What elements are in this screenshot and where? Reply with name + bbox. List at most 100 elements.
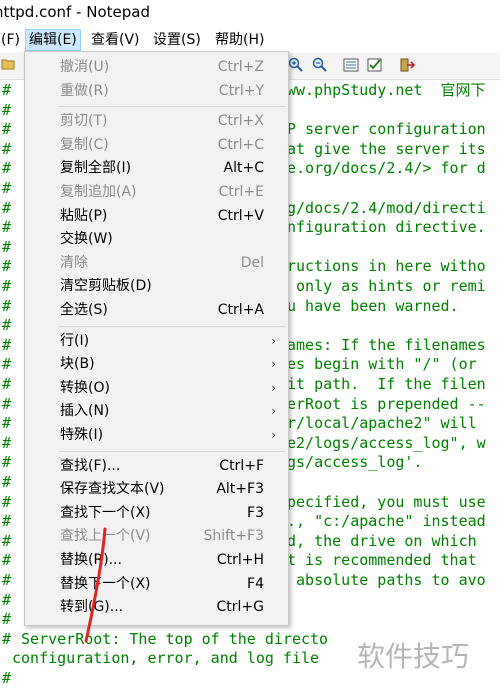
comment-marker: # xyxy=(2,355,12,374)
submenu-arrow-icon: › xyxy=(271,380,276,395)
menu-item-label: 剪切(T) xyxy=(60,113,108,130)
edit-menu-item[interactable]: 复制全部(I) Alt+C xyxy=(25,157,288,180)
zoom-in-icon[interactable] xyxy=(288,57,304,73)
menu-file[interactable]: (F) xyxy=(0,29,23,51)
comment-marker: # xyxy=(2,590,12,609)
menu-item-label: 行(I) xyxy=(60,332,90,349)
comment-marker: # xyxy=(2,100,12,119)
menu-item-shortcut: F3 xyxy=(247,504,264,521)
title-bar: httpd.conf - Notepad xyxy=(0,0,500,24)
edit-menu-item: 剪切(T) Ctrl+X xyxy=(25,110,288,133)
comment-marker: # xyxy=(2,414,12,433)
menu-item-shortcut: Shift+F3 xyxy=(203,528,264,545)
comment-marker: # xyxy=(2,551,12,570)
editor-line-text: r/local/apache2" will xyxy=(287,414,477,433)
menu-view[interactable]: 查看(V) xyxy=(88,29,143,51)
menu-bar: (F) 编辑(E) 查看(V) 设置(S) 帮助(H) xyxy=(0,29,500,51)
editor-line-text: gs/access_log'. xyxy=(287,453,423,472)
editor-line-text: ., "c:/apache" instead xyxy=(287,512,486,531)
editor-line-text: P server configuration xyxy=(287,120,486,139)
comment-marker: # xyxy=(2,375,12,393)
comment-marker: # xyxy=(2,629,12,648)
watermark: 软件技巧 xyxy=(357,640,470,673)
menu-item-shortcut: Alt+C xyxy=(223,160,264,177)
editor-line-text: configuration, error, and log file xyxy=(12,649,320,668)
menu-item-label: 复制全部(I) xyxy=(60,160,132,177)
menu-separator xyxy=(59,450,285,452)
editor-line-text: d, the drive on which xyxy=(287,531,477,550)
editor-line-text: ServerRoot: The top of the directo xyxy=(12,629,329,648)
comment-marker: # xyxy=(2,433,12,452)
menu-item-label: 查找下一个(X) xyxy=(60,504,151,521)
check-doc-icon[interactable] xyxy=(367,57,383,73)
editor-line-text: ww.phpStudy.net 官网下 xyxy=(287,81,486,99)
edit-menu-item[interactable]: 交换(W) xyxy=(25,228,288,251)
comment-marker: # xyxy=(2,610,12,629)
edit-menu-item: 复制(C) Ctrl+C xyxy=(25,134,288,157)
edit-menu-item[interactable]: 查找(F)... Ctrl+F xyxy=(25,455,288,478)
submenu-arrow-icon: › xyxy=(271,428,276,442)
editor-line-text: erRoot is prepended -- xyxy=(287,394,486,413)
edit-menu-item: 查找上一个(V) Shift+F3 xyxy=(25,525,288,548)
submenu-arrow-icon: › xyxy=(271,333,276,348)
menu-item-shortcut: Ctrl+H xyxy=(216,552,264,568)
list-view-icon[interactable] xyxy=(343,57,359,73)
comment-marker: # xyxy=(2,81,12,99)
menu-item-shortcut: Del xyxy=(240,254,264,271)
edit-menu-item[interactable]: 粘贴(P) Ctrl+V xyxy=(25,205,288,228)
menu-item-label: 交换(W) xyxy=(60,231,113,248)
edit-menu-item[interactable]: 行(I) › xyxy=(25,330,288,353)
zoom-out-icon[interactable] xyxy=(312,57,328,73)
menu-item-label: 清除 xyxy=(60,254,88,271)
window-title: httpd.conf - Notepad xyxy=(0,3,150,21)
comment-marker: # xyxy=(2,473,12,491)
editor-line-text: es begin with "/" (or xyxy=(287,355,477,374)
menu-item-label: 复制追加(A) xyxy=(60,184,137,200)
editor-line-text: absolute paths to avo xyxy=(287,571,486,589)
edit-menu-item[interactable]: 块(B) › xyxy=(25,353,288,376)
comment-marker: # xyxy=(2,453,12,472)
exit-icon[interactable] xyxy=(399,57,416,73)
comment-marker: # xyxy=(2,277,12,295)
comment-marker: # xyxy=(2,335,12,354)
menu-item-shortcut: Ctrl+Z xyxy=(217,59,264,75)
editor-line-text: only as hints or remi xyxy=(287,277,486,295)
comment-marker: # xyxy=(2,257,12,276)
edit-menu-item[interactable]: 替换下一个(X) F4 xyxy=(25,573,288,596)
menu-settings[interactable]: 设置(S) xyxy=(150,29,204,51)
open-folder-icon[interactable] xyxy=(0,57,16,73)
edit-menu-item[interactable]: 转换(O) › xyxy=(25,377,288,400)
edit-menu-item: 复制追加(A) Ctrl+E xyxy=(25,181,288,204)
menu-item-label: 复制(C) xyxy=(60,136,109,153)
menu-item-label: 重做(R) xyxy=(60,82,109,99)
comment-marker: # xyxy=(2,669,12,687)
editor-line-text: ames: If the filenames xyxy=(287,335,486,354)
comment-marker: # xyxy=(2,237,12,256)
menu-item-shortcut: Ctrl+Y xyxy=(218,82,264,99)
edit-menu-item[interactable]: 插入(N) › xyxy=(25,400,288,423)
comment-marker: # xyxy=(2,120,12,139)
edit-menu-item: 重做(R) Ctrl+Y xyxy=(25,80,288,103)
menu-item-shortcut: Alt+F3 xyxy=(216,481,264,498)
editor-line-text: pecified, you must use xyxy=(287,492,486,511)
edit-menu-item[interactable]: 保存查找文本(V) Alt+F3 xyxy=(25,478,288,501)
menu-item-label: 转换(O) xyxy=(60,379,110,396)
edit-menu-item: 撤消(U) Ctrl+Z xyxy=(25,56,288,79)
menu-help[interactable]: 帮助(H) xyxy=(212,29,267,51)
edit-menu-item[interactable]: 转到(G)... Ctrl+G xyxy=(25,596,288,619)
edit-menu-item[interactable]: 查找下一个(X) F3 xyxy=(25,502,288,525)
menu-item-shortcut: Ctrl+F xyxy=(219,457,264,474)
menu-item-shortcut: Ctrl+A xyxy=(217,302,264,318)
edit-menu-item[interactable]: 特殊(I) › xyxy=(25,424,288,447)
edit-menu-item[interactable]: 全选(S) Ctrl+A xyxy=(25,299,288,322)
comment-marker: # xyxy=(2,394,12,413)
comment-marker: # xyxy=(2,218,12,237)
submenu-arrow-icon: › xyxy=(271,357,276,372)
edit-menu-item[interactable]: 替换(R)... Ctrl+H xyxy=(25,549,288,572)
editor-line-text: g/docs/2.4/mod/directi xyxy=(287,198,486,217)
menu-item-label: 粘贴(P) xyxy=(60,207,108,224)
menu-item-label: 撤消(U) xyxy=(60,59,110,75)
edit-menu-item[interactable]: 清空剪贴板(D) xyxy=(25,275,288,298)
menu-separator xyxy=(59,106,285,108)
menu-edit[interactable]: 编辑(E) xyxy=(25,29,81,51)
